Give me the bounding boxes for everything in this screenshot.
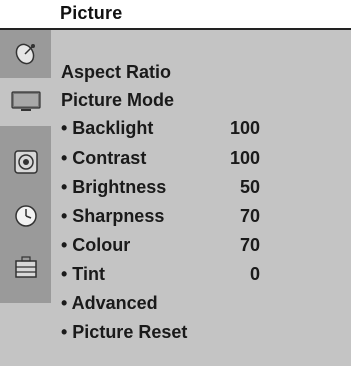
lock-icon [14, 256, 37, 278]
tab-audio[interactable] [0, 138, 51, 186]
tab-lock[interactable] [0, 244, 51, 292]
sidebar-bottom [0, 303, 51, 366]
menu-item-picture-reset[interactable]: • Picture Reset [61, 322, 187, 343]
menu-item-picture-mode[interactable]: Picture Mode [61, 90, 174, 111]
clock-icon [14, 205, 37, 227]
backlight-value: 100 [229, 118, 260, 138]
colour-value: 70 [239, 235, 260, 255]
menu-item-contrast[interactable]: • Contrast [61, 148, 146, 169]
tab-picture[interactable] [0, 78, 51, 126]
menu-item-brightness[interactable]: • Brightness [61, 177, 166, 198]
sharpness-value: 70 [239, 206, 260, 226]
menu-item-aspect-ratio[interactable]: Aspect Ratio [61, 62, 171, 83]
tv-screen-icon [10, 91, 41, 111]
satellite-dish-icon [15, 43, 35, 65]
menu-title: Picture [60, 3, 123, 23]
sidebar [0, 30, 51, 303]
contrast-value: 100 [229, 148, 260, 168]
tint-value: 0 [249, 264, 260, 284]
brightness-value: 50 [239, 177, 260, 197]
menu-item-tint[interactable]: • Tint [61, 264, 105, 285]
speaker-icon [13, 150, 38, 174]
menu-item-colour[interactable]: • Colour [61, 235, 130, 256]
tab-time[interactable] [0, 192, 51, 240]
tab-satellite[interactable] [0, 30, 51, 78]
menu-item-advanced[interactable]: • Advanced [61, 293, 158, 314]
menu-item-sharpness[interactable]: • Sharpness [61, 206, 164, 227]
menu-item-backlight[interactable]: • Backlight [61, 118, 153, 139]
menu-panel [0, 30, 351, 366]
